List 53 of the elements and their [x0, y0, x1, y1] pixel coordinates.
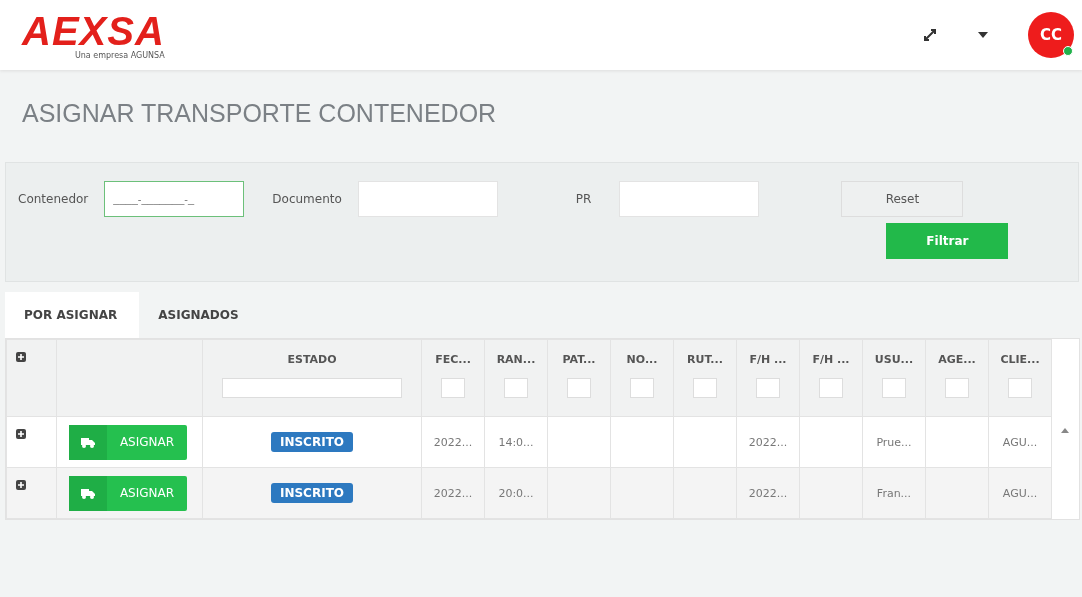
column-filter-field[interactable] [567, 378, 591, 398]
truck-icon [81, 487, 95, 499]
tab[interactable]: POR ASIGNAR [5, 292, 140, 338]
column-filter-field[interactable] [504, 378, 528, 398]
logo-tagline: Una empresa AGUNSA [74, 50, 165, 60]
column-header[interactable]: NO... [626, 353, 658, 366]
fullscreen-icon[interactable] [922, 27, 938, 43]
column-header[interactable]: PAT... [562, 353, 596, 366]
column-filter-field[interactable] [630, 378, 654, 398]
column-filter-field[interactable] [819, 378, 843, 398]
status-badge: INSCRITO [270, 483, 354, 503]
status-badge: INSCRITO [270, 432, 354, 452]
column-header[interactable]: FEC... [435, 353, 471, 366]
field-label: Documento [272, 191, 342, 208]
column-header[interactable]: F/H ... [749, 353, 787, 366]
table-cell: 2022... [748, 435, 788, 449]
column-filter-field[interactable] [1008, 378, 1032, 398]
table-cell: AGU... [1002, 435, 1038, 449]
column-header[interactable]: USU... [874, 353, 914, 366]
column-header[interactable]: F/H ... [812, 353, 850, 366]
column-header[interactable]: ESTADO [287, 353, 337, 366]
expand-icon[interactable] [16, 429, 26, 439]
logo: AEXSA [22, 10, 165, 51]
table-cell: 2022... [433, 435, 473, 449]
expand-icon[interactable] [16, 480, 26, 490]
field-label: Contenedor [18, 191, 89, 208]
truck-icon [81, 436, 95, 448]
column-filter-field[interactable] [222, 378, 402, 398]
tab[interactable]: ASIGNADOS [139, 292, 261, 338]
column-header[interactable]: AGE... [938, 353, 976, 366]
expand-icon[interactable] [16, 352, 26, 362]
user-avatar[interactable]: CC [1028, 12, 1074, 58]
column-filter-field[interactable] [441, 378, 465, 398]
column-header[interactable]: RAN... [496, 353, 536, 366]
input-field[interactable]: ____-_______-_ [104, 181, 245, 217]
column-filter-field[interactable] [693, 378, 717, 398]
table-cell: Fran... [876, 486, 912, 500]
table-cell: 2022... [433, 486, 473, 500]
column-filter-field[interactable] [945, 378, 969, 398]
table-cell: 20:0... [498, 486, 534, 500]
table-cell: AGU... [1002, 486, 1038, 500]
field-label: PR [575, 191, 592, 208]
table-cell: 2022... [748, 486, 788, 500]
scroll-up-icon[interactable] [1061, 427, 1069, 433]
column-header[interactable]: RUT... [687, 353, 723, 366]
column-filter-field[interactable] [882, 378, 906, 398]
table-cell: 14:0... [498, 435, 534, 449]
column-filter-field[interactable] [756, 378, 780, 398]
column-header[interactable]: CLIE... [1000, 353, 1040, 366]
caret-icon[interactable] [978, 32, 988, 38]
table-cell: Prue... [876, 435, 912, 449]
reset-button[interactable]: Reset [841, 181, 964, 217]
page-title: ASIGNAR TRANSPORTE CONTENEDOR [21, 98, 498, 129]
